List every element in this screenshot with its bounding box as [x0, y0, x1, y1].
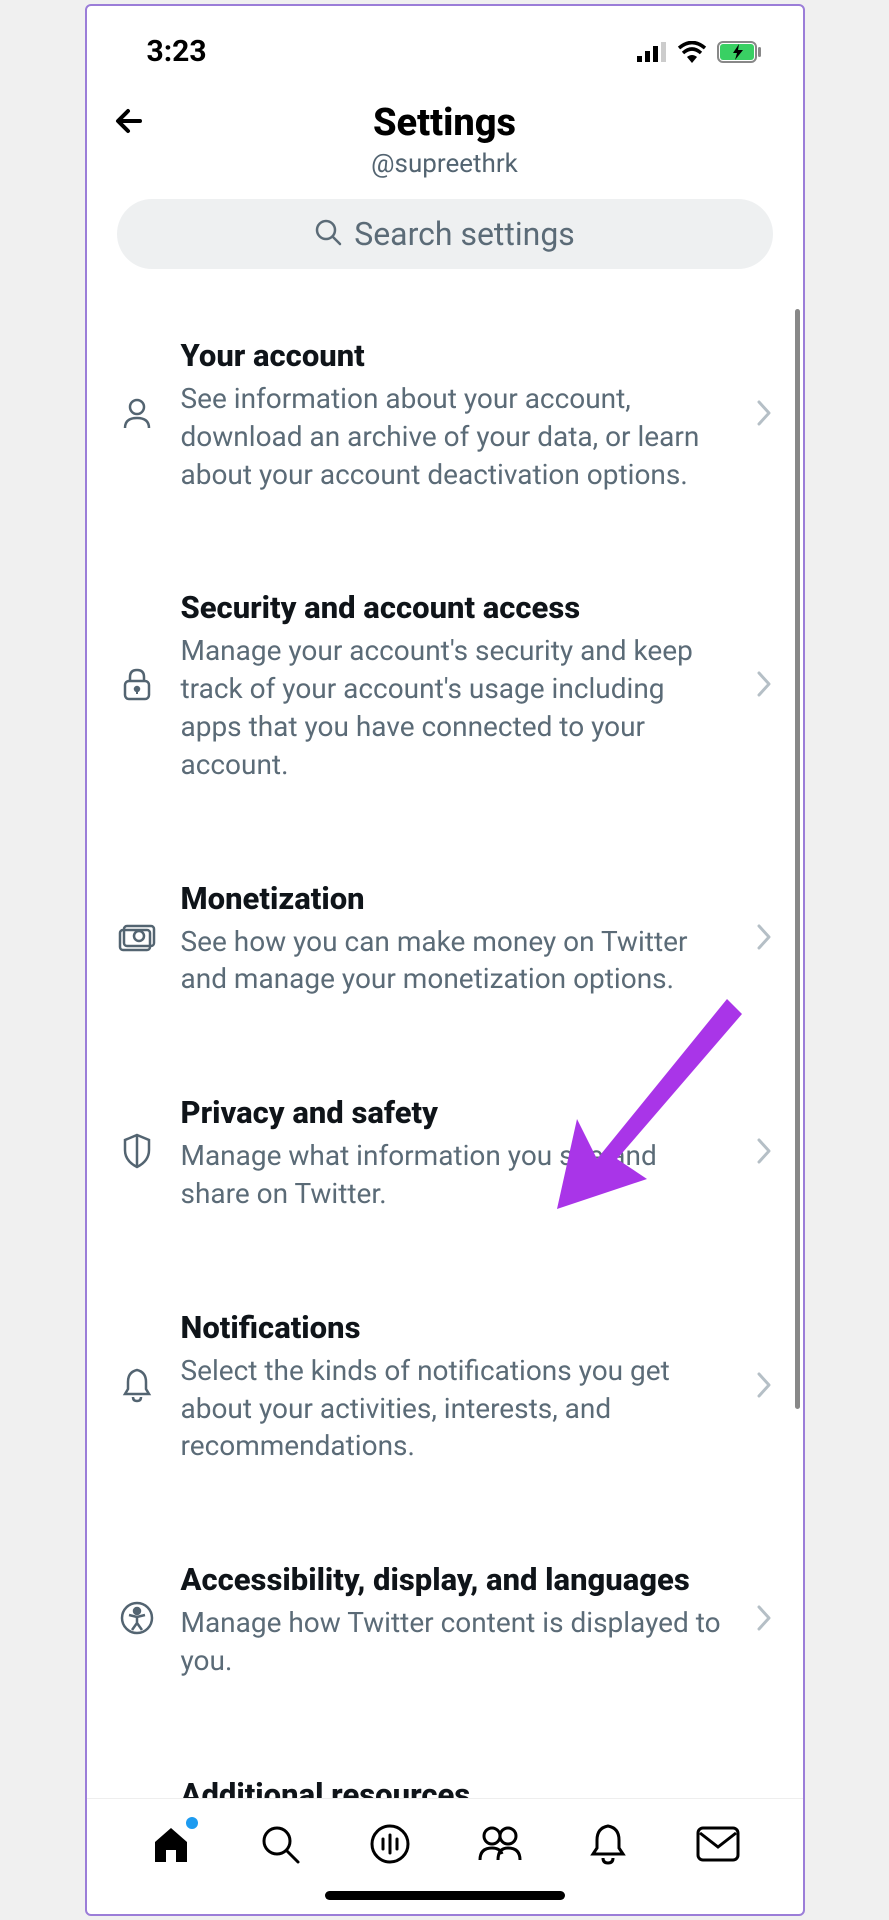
nav-search[interactable] [255, 1819, 305, 1869]
back-button[interactable] [112, 101, 152, 148]
status-bar: 3:23 [87, 6, 803, 79]
notification-dot [186, 1817, 198, 1829]
setting-title: Security and account access [181, 589, 731, 626]
bottom-nav [87, 1798, 803, 1883]
search-input[interactable]: Search settings [117, 199, 773, 269]
status-time: 3:23 [147, 34, 207, 69]
page-title: Settings [112, 101, 778, 145]
setting-title: Privacy and safety [181, 1094, 731, 1131]
chevron-right-icon [755, 1136, 773, 1170]
setting-item-security[interactable]: Security and account access Manage your … [87, 541, 803, 831]
search-container: Search settings [87, 179, 803, 289]
phone-frame: 3:23 Settings @supreethrk Se [85, 4, 805, 1916]
setting-item-privacy[interactable]: Privacy and safety Manage what informati… [87, 1046, 803, 1261]
search-placeholder: Search settings [354, 215, 575, 253]
cellular-signal-icon [637, 42, 667, 62]
setting-description: Manage your account's security and keep … [181, 632, 731, 783]
setting-description: Manage how Twitter content is displayed … [181, 1604, 731, 1680]
chevron-right-icon [755, 922, 773, 956]
scrollbar[interactable] [795, 309, 800, 1409]
setting-item-resources[interactable]: Additional resources Check out other pla… [87, 1728, 803, 1798]
setting-title: Monetization [181, 880, 731, 917]
nav-home[interactable] [146, 1819, 196, 1869]
chevron-right-icon [755, 398, 773, 432]
bell-icon [121, 1367, 153, 1407]
page-header: Settings @supreethrk [87, 79, 803, 179]
setting-description: See information about your account, down… [181, 380, 731, 493]
settings-list: Your account See information about your … [87, 289, 803, 1798]
setting-item-accessibility[interactable]: Accessibility, display, and languages Ma… [87, 1513, 803, 1728]
setting-description: Manage what information you see and shar… [181, 1137, 731, 1213]
chevron-right-icon [755, 669, 773, 703]
wifi-icon [677, 41, 707, 63]
nav-spaces[interactable] [365, 1819, 415, 1869]
chevron-right-icon [755, 1603, 773, 1637]
username: @supreethrk [112, 149, 778, 179]
setting-description: Select the kinds of notifications you ge… [181, 1352, 731, 1465]
accessibility-icon [120, 1601, 154, 1639]
search-icon [314, 218, 342, 250]
setting-item-monetization[interactable]: Monetization See how you can make money … [87, 832, 803, 1047]
setting-description: See how you can make money on Twitter an… [181, 923, 731, 999]
status-right [637, 41, 763, 63]
home-indicator[interactable] [325, 1891, 565, 1900]
setting-title: Notifications [181, 1309, 731, 1346]
money-icon [118, 922, 156, 956]
setting-title: Accessibility, display, and languages [181, 1561, 731, 1598]
chevron-right-icon [755, 1370, 773, 1404]
user-icon [120, 396, 154, 434]
setting-item-account[interactable]: Your account See information about your … [87, 289, 803, 541]
battery-charging-icon [717, 41, 763, 63]
setting-item-notifications[interactable]: Notifications Select the kinds of notifi… [87, 1261, 803, 1513]
nav-messages[interactable] [693, 1819, 743, 1869]
nav-notifications[interactable] [583, 1819, 633, 1869]
setting-title: Additional resources [181, 1776, 731, 1798]
shield-icon [121, 1133, 153, 1173]
lock-icon [120, 667, 154, 705]
setting-title: Your account [181, 337, 731, 374]
nav-communities[interactable] [474, 1819, 524, 1869]
